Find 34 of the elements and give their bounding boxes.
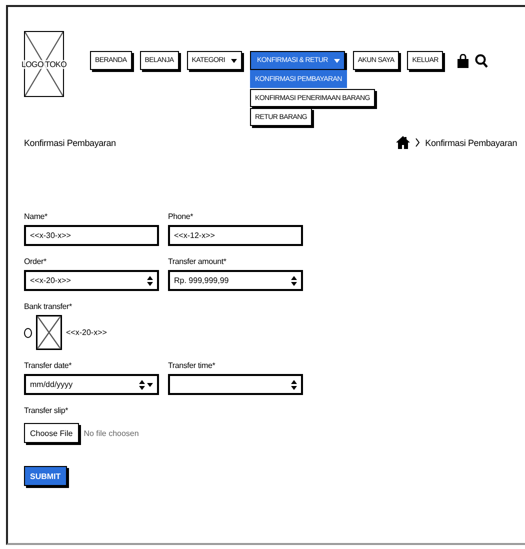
date-field[interactable]: mm/dd/yyyy bbox=[24, 374, 159, 395]
radio-label: <<x-20-x>> bbox=[66, 328, 107, 337]
select-field[interactable] bbox=[168, 374, 303, 395]
field-label: Transfer slip* bbox=[24, 406, 70, 415]
field-label: Transfer amount* bbox=[168, 257, 228, 266]
input-field[interactable]: <<x-12-x>> bbox=[168, 225, 303, 246]
field-label: Transfer date* bbox=[24, 361, 73, 370]
input-field[interactable]: <<x-30-x>> bbox=[24, 225, 159, 246]
shopping-bag-icon[interactable] bbox=[457, 54, 470, 68]
field-label: Name* bbox=[24, 212, 48, 221]
spinner-icon bbox=[291, 380, 297, 390]
select-field[interactable]: <<x-20-x>> bbox=[24, 270, 159, 291]
logo-text: LOGO TOKO bbox=[21, 60, 67, 68]
home-icon[interactable] bbox=[396, 136, 410, 149]
page-title: Konfirmasi Pembayaran bbox=[24, 138, 116, 148]
select-field[interactable]: Rp. 999,999,99 bbox=[168, 270, 303, 291]
choose-file-button[interactable]: Choose File bbox=[24, 423, 79, 443]
submit-button[interactable]: SUBMIT bbox=[24, 466, 67, 486]
field-label: Phone* bbox=[168, 212, 194, 221]
caret-icon bbox=[231, 58, 238, 62]
field-label: Order* bbox=[24, 257, 48, 266]
caret-icon bbox=[147, 382, 153, 386]
image-placeholder bbox=[36, 315, 62, 350]
breadcrumb-item[interactable]: Konfirmasi Pembayaran bbox=[425, 138, 517, 148]
search-icon[interactable] bbox=[475, 54, 488, 68]
chevron-icon bbox=[415, 138, 420, 147]
spinner-icon bbox=[139, 380, 145, 390]
field-label: Bank transfer* bbox=[24, 302, 73, 311]
spinner-icon bbox=[291, 276, 297, 286]
radio-button[interactable] bbox=[24, 328, 32, 338]
spinner-icon bbox=[147, 276, 153, 286]
caret-icon bbox=[334, 58, 340, 62]
file-status: No file choosen bbox=[84, 428, 139, 438]
field-label: Transfer time* bbox=[168, 361, 216, 370]
